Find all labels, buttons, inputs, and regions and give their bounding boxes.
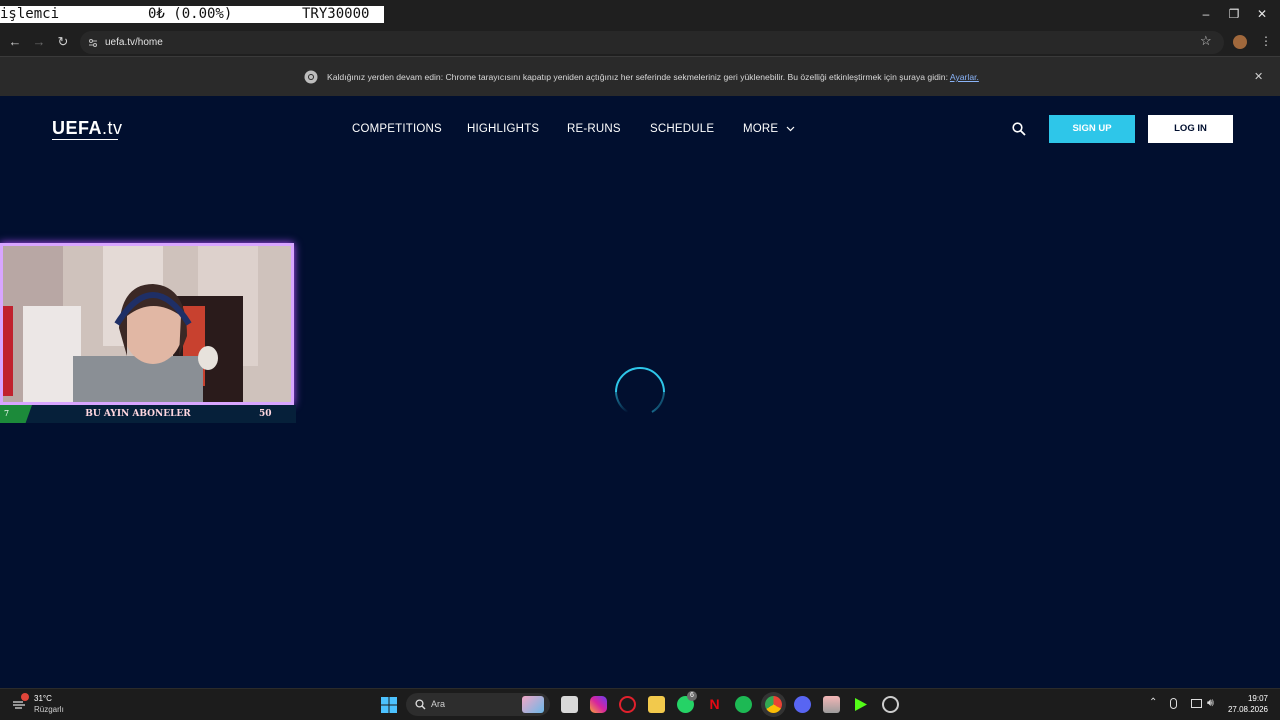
microphone-icon[interactable]: [1170, 698, 1177, 709]
tray-chevron-up-icon[interactable]: ⌃: [1149, 697, 1157, 708]
address-bar[interactable]: uefa.tv/home ☆: [80, 31, 1224, 54]
instagram-icon[interactable]: [590, 696, 607, 713]
windows-taskbar: 31°C Rüzgarlı Ara 6 N ⌃ 🔊︎ 19:07 27.08.2…: [0, 688, 1280, 720]
logo-main: UEFA: [52, 118, 103, 138]
restore-button[interactable]: ❐: [1222, 5, 1246, 23]
weather-icon[interactable]: [12, 693, 29, 711]
profile-avatar[interactable]: [1233, 35, 1247, 49]
subscriber-target: 50: [259, 409, 272, 419]
task-view-icon[interactable]: [561, 696, 578, 713]
play-app-icon[interactable]: [852, 696, 869, 713]
ticker-label: işlemci: [0, 6, 60, 22]
forward-button[interactable]: →: [29, 33, 49, 51]
nav-more-label: MORE: [743, 123, 779, 135]
webcam-feed: [0, 243, 294, 405]
subscriber-bar: 7 BU AYIN ABONELER 50: [0, 405, 296, 423]
nav-reruns[interactable]: RE-RUNS: [567, 123, 621, 135]
opera-icon[interactable]: [619, 696, 636, 713]
logo-underline: [52, 139, 118, 140]
infobar-message: Kaldığınız yerden devam edin: Chrome tar…: [327, 57, 979, 97]
nav-highlights[interactable]: HIGHLIGHTS: [467, 123, 539, 135]
subscriber-goal-label: BU AYIN ABONELER: [85, 409, 191, 419]
window-title-bar: işlemci 0₺ (0.00%) TRY30000 – ❐ ✕: [0, 0, 1280, 28]
weather-temperature[interactable]: 31°C: [34, 694, 52, 703]
chevron-down-icon: [786, 126, 795, 132]
discord-icon[interactable]: [794, 696, 811, 713]
whatsapp-badge: 6: [687, 691, 697, 701]
infobar-close-icon[interactable]: ✕: [1254, 70, 1263, 83]
ticker-value: 0₺ (0.00%): [148, 6, 233, 22]
settings-link[interactable]: Ayarlar.: [950, 72, 979, 82]
bookmark-star-icon[interactable]: ☆: [1200, 33, 1212, 49]
sign-up-button[interactable]: SIGN UP: [1049, 115, 1135, 143]
reload-button[interactable]: ↻: [53, 33, 73, 51]
uefa-tv-logo[interactable]: UEFA.tv: [52, 118, 123, 139]
close-window-button[interactable]: ✕: [1250, 5, 1274, 23]
back-button[interactable]: ←: [5, 33, 25, 51]
whatsapp-icon[interactable]: 6: [677, 691, 697, 713]
nav-more[interactable]: MORE: [743, 123, 795, 135]
search-placeholder: Ara: [431, 699, 446, 709]
network-icon[interactable]: [1191, 699, 1202, 708]
nav-competitions[interactable]: COMPETITIONS: [352, 123, 442, 135]
windows-start-icon[interactable]: [381, 697, 397, 713]
webcam-scene: [3, 246, 291, 402]
file-explorer-icon[interactable]: [648, 696, 665, 713]
log-in-button[interactable]: LOG IN: [1148, 115, 1233, 143]
browser-toolbar: ← → ↻ uefa.tv/home ☆ ⋮: [0, 28, 1280, 56]
url-text[interactable]: uefa.tv/home: [105, 31, 163, 54]
logo-suffix: .tv: [102, 118, 123, 138]
nav-schedule[interactable]: SCHEDULE: [650, 123, 714, 135]
search-icon: [415, 699, 426, 710]
site-info-icon[interactable]: [88, 38, 98, 48]
clock-date[interactable]: 27.08.2026: [1222, 705, 1268, 714]
ticker-goal: TRY30000: [302, 6, 370, 22]
webcam-overlay: 7 BU AYIN ABONELER 50: [0, 243, 296, 425]
app-icon[interactable]: [823, 696, 840, 713]
spotify-icon[interactable]: [735, 696, 752, 713]
chrome-logo-icon: [304, 70, 318, 84]
clock-time[interactable]: 19:07: [1240, 694, 1268, 703]
netflix-icon[interactable]: N: [706, 696, 723, 713]
loading-spinner-icon: [615, 367, 665, 413]
search-icon[interactable]: [1012, 122, 1026, 136]
weather-description[interactable]: Rüzgarlı: [34, 705, 64, 714]
minimize-button[interactable]: –: [1194, 5, 1218, 23]
volume-icon[interactable]: 🔊︎: [1207, 697, 1214, 710]
obs-icon[interactable]: [882, 696, 899, 713]
infobar-text: Kaldığınız yerden devam edin: Chrome tar…: [327, 72, 950, 82]
donation-ticker: işlemci 0₺ (0.00%) TRY30000: [0, 6, 384, 23]
search-highlight-icon: [522, 696, 544, 713]
chrome-icon[interactable]: [765, 696, 782, 713]
restore-tabs-infobar: Kaldığınız yerden devam edin: Chrome tar…: [0, 56, 1280, 96]
menu-kebab-icon[interactable]: ⋮: [1260, 34, 1272, 48]
taskbar-search[interactable]: Ara: [406, 693, 550, 716]
